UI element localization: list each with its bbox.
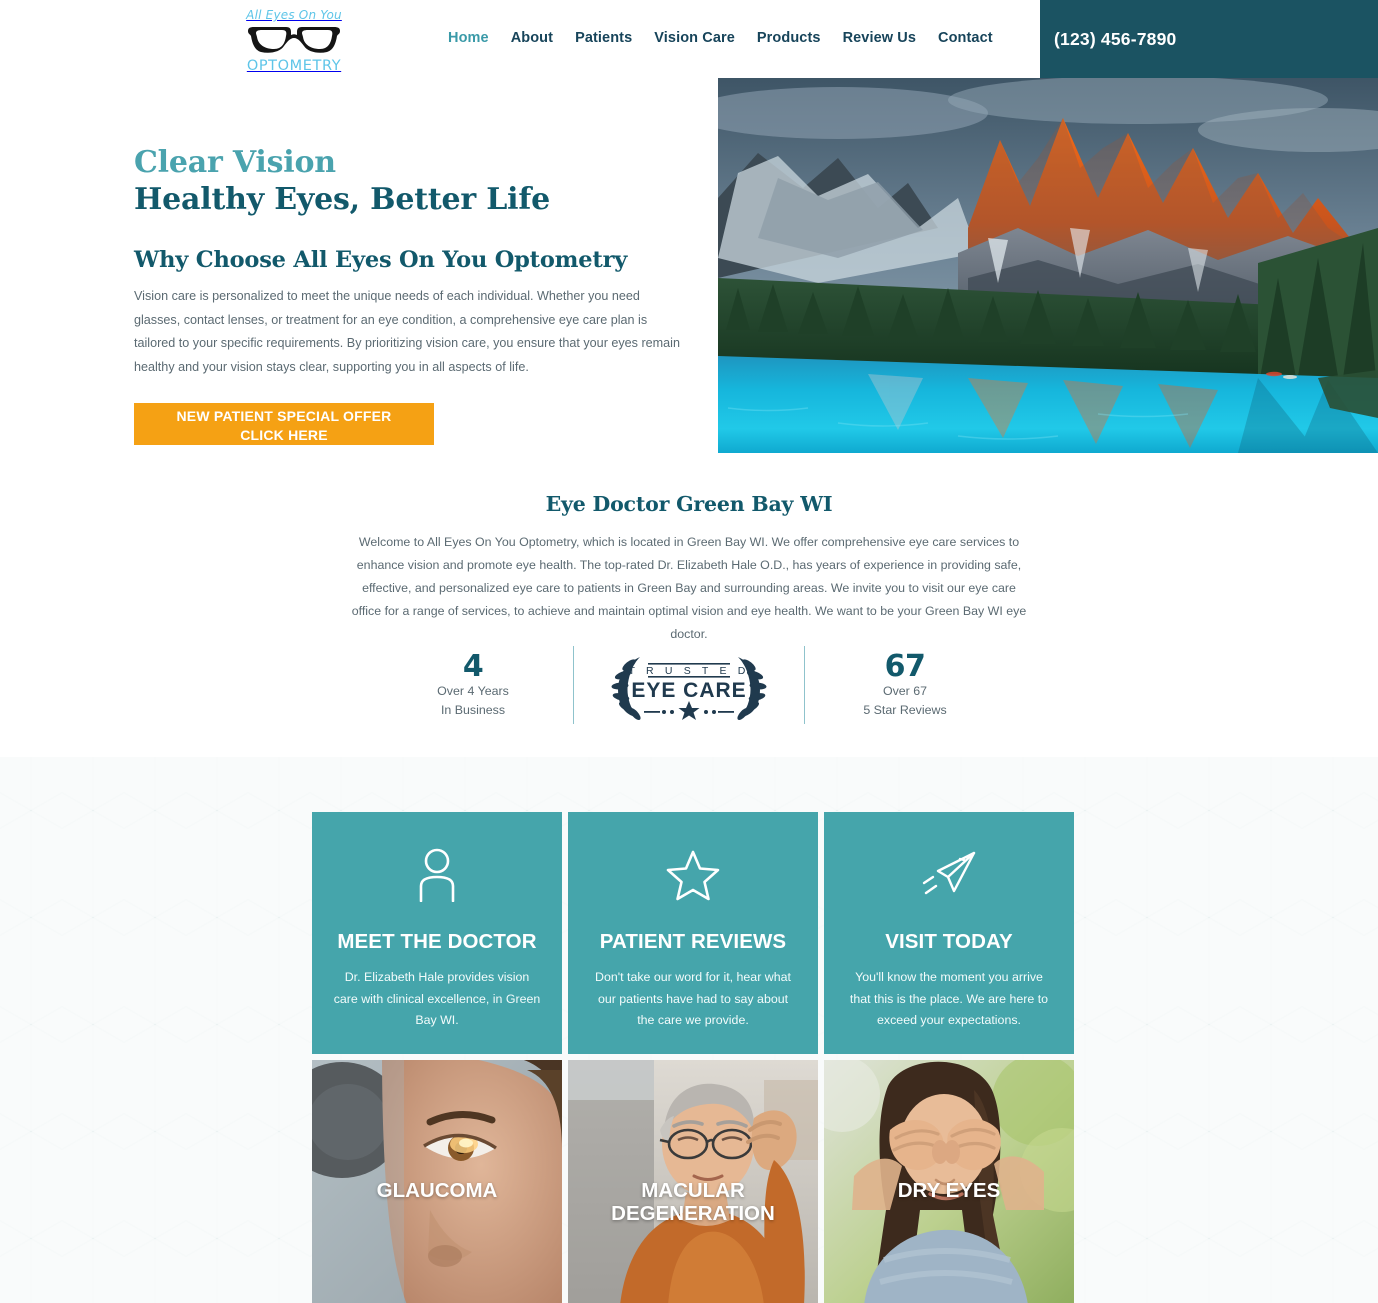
eyeglasses-icon <box>248 26 340 53</box>
stat-reviews-line2: 5 Star Reviews <box>863 702 947 717</box>
hero-section: Clear Vision Healthy Eyes, Better Life W… <box>0 78 1378 458</box>
nav-item-about[interactable]: About <box>511 30 553 46</box>
stat-years-line2: In Business <box>440 702 506 717</box>
new-patient-special-offer-button[interactable]: NEW PATIENT SPECIAL OFFER CLICK HERE <box>134 403 434 446</box>
card-glaucoma[interactable]: GLAUCOMA <box>312 1060 562 1303</box>
card-grid: MEET THE DOCTOR Dr. Elizabeth Hale provi… <box>312 812 1074 1303</box>
star-icon <box>588 846 798 904</box>
stat-years-line1: Over 4 Years <box>437 684 509 699</box>
card-title: PATIENT REVIEWS <box>599 930 787 953</box>
nav-item-vision-care[interactable]: Vision Care <box>654 30 735 46</box>
site-logo[interactable]: All Eyes On You OPTOMETRY <box>240 9 348 73</box>
stat-five-star-reviews: 67 Over 67 5 Star Reviews <box>805 651 1005 720</box>
stat-years-in-business: 4 Over 4 Years In Business <box>373 651 573 720</box>
mountain-lake-photo <box>718 78 1378 453</box>
nav-item-review-us[interactable]: Review Us <box>843 30 916 46</box>
nav-item-contact[interactable]: Contact <box>938 30 993 46</box>
site-header: All Eyes On You OPTOMETRY Home About Pat… <box>0 0 1378 78</box>
nav-item-patients[interactable]: Patients <box>575 30 632 46</box>
hero-text-block: Clear Vision Healthy Eyes, Better Life W… <box>134 145 694 446</box>
intro-section: Eye Doctor Green Bay WI Welcome to All E… <box>0 492 1378 646</box>
cta-line-1: NEW PATIENT SPECIAL OFFER <box>176 408 392 425</box>
card-title: MEET THE DOCTOR <box>337 930 537 953</box>
phone-block[interactable]: (123) 456-7890 <box>1040 0 1378 78</box>
phone-number[interactable]: (123) 456-7890 <box>1054 29 1176 50</box>
hero-eyebrow: Clear Vision <box>134 145 336 180</box>
card-title: VISIT TODAY <box>885 930 1013 953</box>
page-root: All Eyes On You OPTOMETRY Home About Pat… <box>0 0 1378 1303</box>
logo-top-text: All Eyes On You <box>246 8 342 22</box>
cta-line-2: CLICK HERE <box>240 427 328 444</box>
stat-reviews-line1: Over 67 <box>882 684 928 699</box>
trusted-eye-care-badge: T R U S T E D EYE CARE <box>574 649 804 721</box>
badge-top-text: T R U S T E D <box>628 665 749 677</box>
stat-reviews-number: 67 <box>884 648 926 684</box>
card-body: You'll know the moment you arrive that t… <box>849 970 1049 1028</box>
stats-bar: 4 Over 4 Years In Business T R U S T E D… <box>0 640 1378 730</box>
hero-body-text: Vision care is personalized to meet the … <box>134 288 680 375</box>
card-label: DRY EYES <box>897 1179 1001 1202</box>
trusted-eye-care-laurel-badge: T R U S T E D EYE CARE <box>611 657 767 720</box>
card-body: Dr. Elizabeth Hale provides vision care … <box>333 970 541 1028</box>
card-dry-eyes[interactable]: DRY EYES <box>824 1060 1074 1303</box>
card-patient-reviews[interactable]: PATIENT REVIEWS Don't take our word for … <box>568 812 818 1054</box>
intro-title: Eye Doctor Green Bay WI <box>545 492 833 516</box>
person-icon <box>332 846 542 904</box>
card-body: Don't take our word for it, hear what ou… <box>595 970 791 1028</box>
nav-item-products[interactable]: Products <box>757 30 821 46</box>
logo-bottom-text: OPTOMETRY <box>246 57 342 74</box>
card-macular-degeneration[interactable]: MACULAR DEGENERATION <box>568 1060 818 1303</box>
card-visit-today[interactable]: VISIT TODAY You'll know the moment you a… <box>824 812 1074 1054</box>
hero-subheading: Why Choose All Eyes On You Optometry <box>134 246 628 273</box>
nav-item-home[interactable]: Home <box>448 30 489 46</box>
hero-image <box>718 78 1378 453</box>
card-meet-the-doctor[interactable]: MEET THE DOCTOR Dr. Elizabeth Hale provi… <box>312 812 562 1054</box>
intro-body: Welcome to All Eyes On You Optometry, wh… <box>351 535 1027 641</box>
badge-main-text: EYE CARE <box>631 679 746 702</box>
main-navigation: Home About Patients Vision Care Products… <box>448 30 993 46</box>
stat-years-number: 4 <box>462 648 484 684</box>
paper-plane-icon <box>844 846 1054 904</box>
hero-headline: Healthy Eyes, Better Life <box>134 181 550 217</box>
card-label: GLAUCOMA <box>376 1179 498 1202</box>
card-label: MACULAR DEGENERATION <box>611 1179 775 1225</box>
